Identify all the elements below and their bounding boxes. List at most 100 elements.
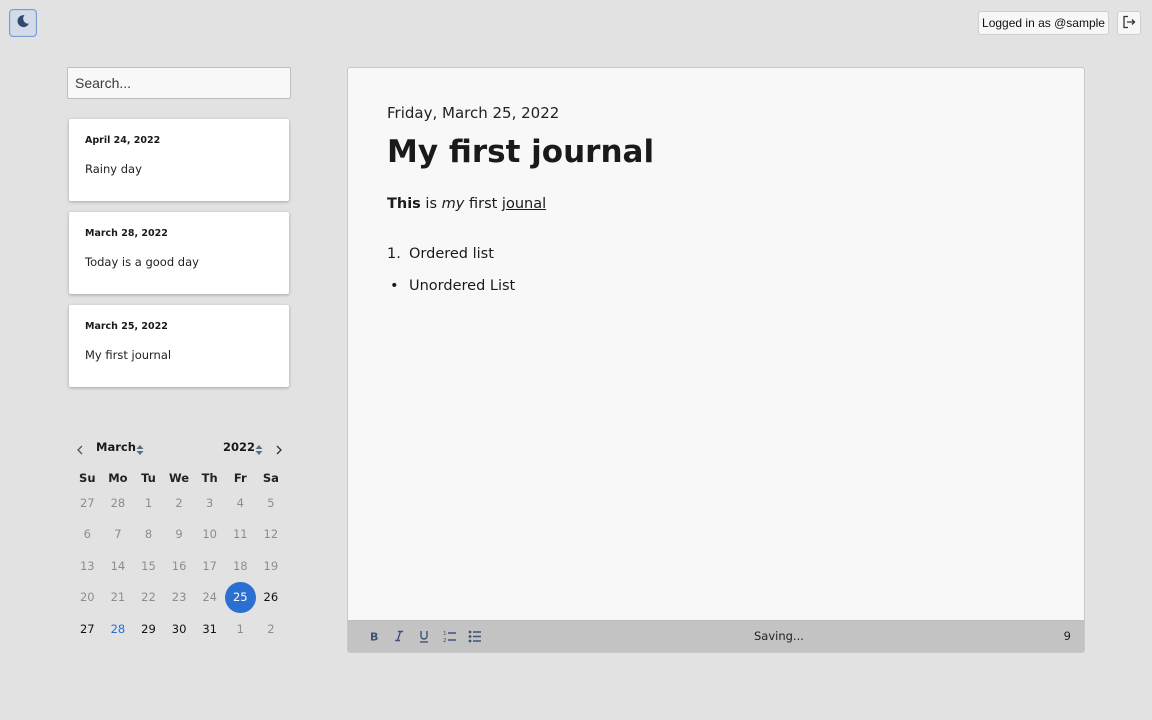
plain-text: first	[464, 196, 502, 212]
editor-toolbar: B 1 2 Saving... 9	[348, 620, 1084, 652]
calendar-day[interactable]: 18	[225, 551, 256, 582]
journal-editor[interactable]: Friday, March 25, 2022 My first journal …	[347, 67, 1085, 653]
journal-entry-card[interactable]: March 28, 2022 Today is a good day	[69, 212, 289, 294]
save-status: Saving...	[754, 629, 804, 643]
previous-month-button[interactable]	[76, 440, 84, 459]
calendar-day-selected[interactable]: 25	[224, 582, 256, 614]
list-item-text: Ordered list	[409, 246, 494, 262]
entry-paragraph[interactable]: This is my first jounal	[387, 196, 546, 212]
calendar-day[interactable]: 3	[194, 488, 225, 519]
calendar-day[interactable]: 11	[225, 519, 256, 550]
calendar-day[interactable]: 9	[164, 519, 195, 550]
weekday-label: Mo	[108, 471, 128, 485]
search-input[interactable]	[67, 67, 291, 99]
month-select-icon[interactable]	[136, 441, 144, 460]
bold-button[interactable]: B	[365, 627, 383, 645]
list-number: 1.	[387, 246, 401, 262]
weekday-label: Fr	[233, 471, 247, 485]
calendar-day[interactable]: 23	[164, 582, 195, 613]
logged-in-indicator[interactable]: Logged in as @sample	[978, 11, 1109, 35]
theme-toggle-button[interactable]	[9, 9, 37, 37]
calendar-day[interactable]: 16	[164, 551, 195, 582]
calendar-grid: Su Mo Tu We Th Fr Sa 27 28 1 2 3 4 5 6 7…	[72, 468, 286, 645]
entry-date-heading: Friday, March 25, 2022	[387, 104, 560, 122]
calendar-day[interactable]: 15	[133, 551, 164, 582]
calendar-day[interactable]: 1	[133, 488, 164, 519]
calendar-day[interactable]: 28	[103, 488, 134, 519]
calendar-day[interactable]: 12	[256, 519, 287, 550]
weekday-label: Su	[79, 471, 96, 485]
calendar-day[interactable]: 27	[72, 614, 103, 645]
svg-text:2: 2	[443, 638, 447, 643]
logout-icon	[1122, 14, 1136, 33]
calendar-day[interactable]: 8	[133, 519, 164, 550]
moon-icon	[15, 13, 31, 33]
calendar-day[interactable]: 22	[133, 582, 164, 613]
ordered-list-item[interactable]: 1. Ordered list	[387, 246, 494, 262]
svg-text:1: 1	[443, 631, 447, 637]
calendar-day[interactable]: 29	[133, 614, 164, 645]
underline-button[interactable]	[415, 627, 433, 645]
underline-icon	[420, 630, 428, 643]
calendar-day[interactable]: 14	[103, 551, 134, 582]
weekday-label: We	[169, 471, 190, 485]
entry-title: My first journal	[85, 348, 172, 362]
weekday-label: Tu	[141, 471, 156, 485]
calendar-day[interactable]: 6	[72, 519, 103, 550]
journal-entry-card[interactable]: March 25, 2022 My first journal	[69, 305, 289, 387]
plain-text: is	[420, 196, 442, 212]
chevron-right-icon	[276, 445, 282, 455]
underlined-text: jounal	[501, 196, 547, 212]
calendar-day[interactable]: 2	[164, 488, 195, 519]
ordered-list-icon: 1 2	[443, 631, 456, 643]
calendar-day[interactable]: 4	[225, 488, 256, 519]
calendar-day[interactable]: 19	[256, 551, 287, 582]
bold-text: This	[387, 196, 421, 212]
logout-button[interactable]	[1117, 11, 1141, 35]
unordered-list-icon	[468, 630, 481, 643]
entry-date: April 24, 2022	[85, 135, 161, 146]
calendar-day[interactable]: 13	[72, 551, 103, 582]
calendar-day[interactable]: 10	[194, 519, 225, 550]
list-bullet: •	[390, 278, 399, 294]
calendar-day[interactable]: 26	[256, 582, 287, 613]
calendar-day[interactable]: 7	[103, 519, 134, 550]
calendar-day[interactable]: 31	[194, 614, 225, 645]
calendar-day[interactable]: 5	[256, 488, 287, 519]
entry-title: Rainy day	[85, 162, 142, 176]
next-month-button[interactable]	[275, 440, 283, 459]
calendar-day[interactable]: 27	[72, 488, 103, 519]
svg-text:B: B	[370, 631, 378, 643]
word-count: 9	[1063, 629, 1071, 643]
entry-title: Today is a good day	[85, 255, 199, 269]
calendar-header: March 2022	[72, 436, 287, 460]
calendar-day[interactable]: 2	[256, 614, 287, 645]
calendar-day[interactable]: 17	[194, 551, 225, 582]
ordered-list-button[interactable]: 1 2	[441, 627, 459, 645]
calendar-day[interactable]: 30	[164, 614, 195, 645]
bold-icon: B	[370, 631, 378, 643]
year-select-icon[interactable]	[255, 441, 263, 460]
calendar-day[interactable]: 21	[103, 582, 134, 613]
unordered-list-item[interactable]: • Unordered List	[387, 278, 515, 294]
entry-date: March 25, 2022	[85, 321, 168, 332]
list-item-text: Unordered List	[409, 278, 516, 294]
weekday-label: Sa	[262, 471, 279, 485]
calendar-day-today[interactable]: 28	[103, 614, 134, 645]
italic-text: my	[441, 196, 465, 212]
unordered-list-button[interactable]	[466, 627, 484, 645]
entry-title-heading[interactable]: My first journal	[387, 134, 654, 170]
weekday-label: Th	[201, 471, 218, 485]
journal-entry-card[interactable]: April 24, 2022 Rainy day	[69, 119, 289, 201]
entry-date: March 28, 2022	[85, 228, 168, 239]
calendar: March 2022 Su Mo Tu We Th Fr Sa 27 28 1 …	[72, 436, 287, 636]
calendar-day[interactable]: 1	[225, 614, 256, 645]
calendar-day[interactable]: 24	[194, 582, 225, 613]
italic-icon	[395, 630, 403, 642]
selected-day-label: 25	[232, 590, 248, 605]
italic-button[interactable]	[390, 627, 408, 645]
calendar-year-label[interactable]: 2022	[223, 440, 255, 454]
calendar-month-label[interactable]: March	[96, 440, 136, 454]
calendar-day[interactable]: 20	[72, 582, 103, 613]
chevron-left-icon	[77, 445, 83, 455]
